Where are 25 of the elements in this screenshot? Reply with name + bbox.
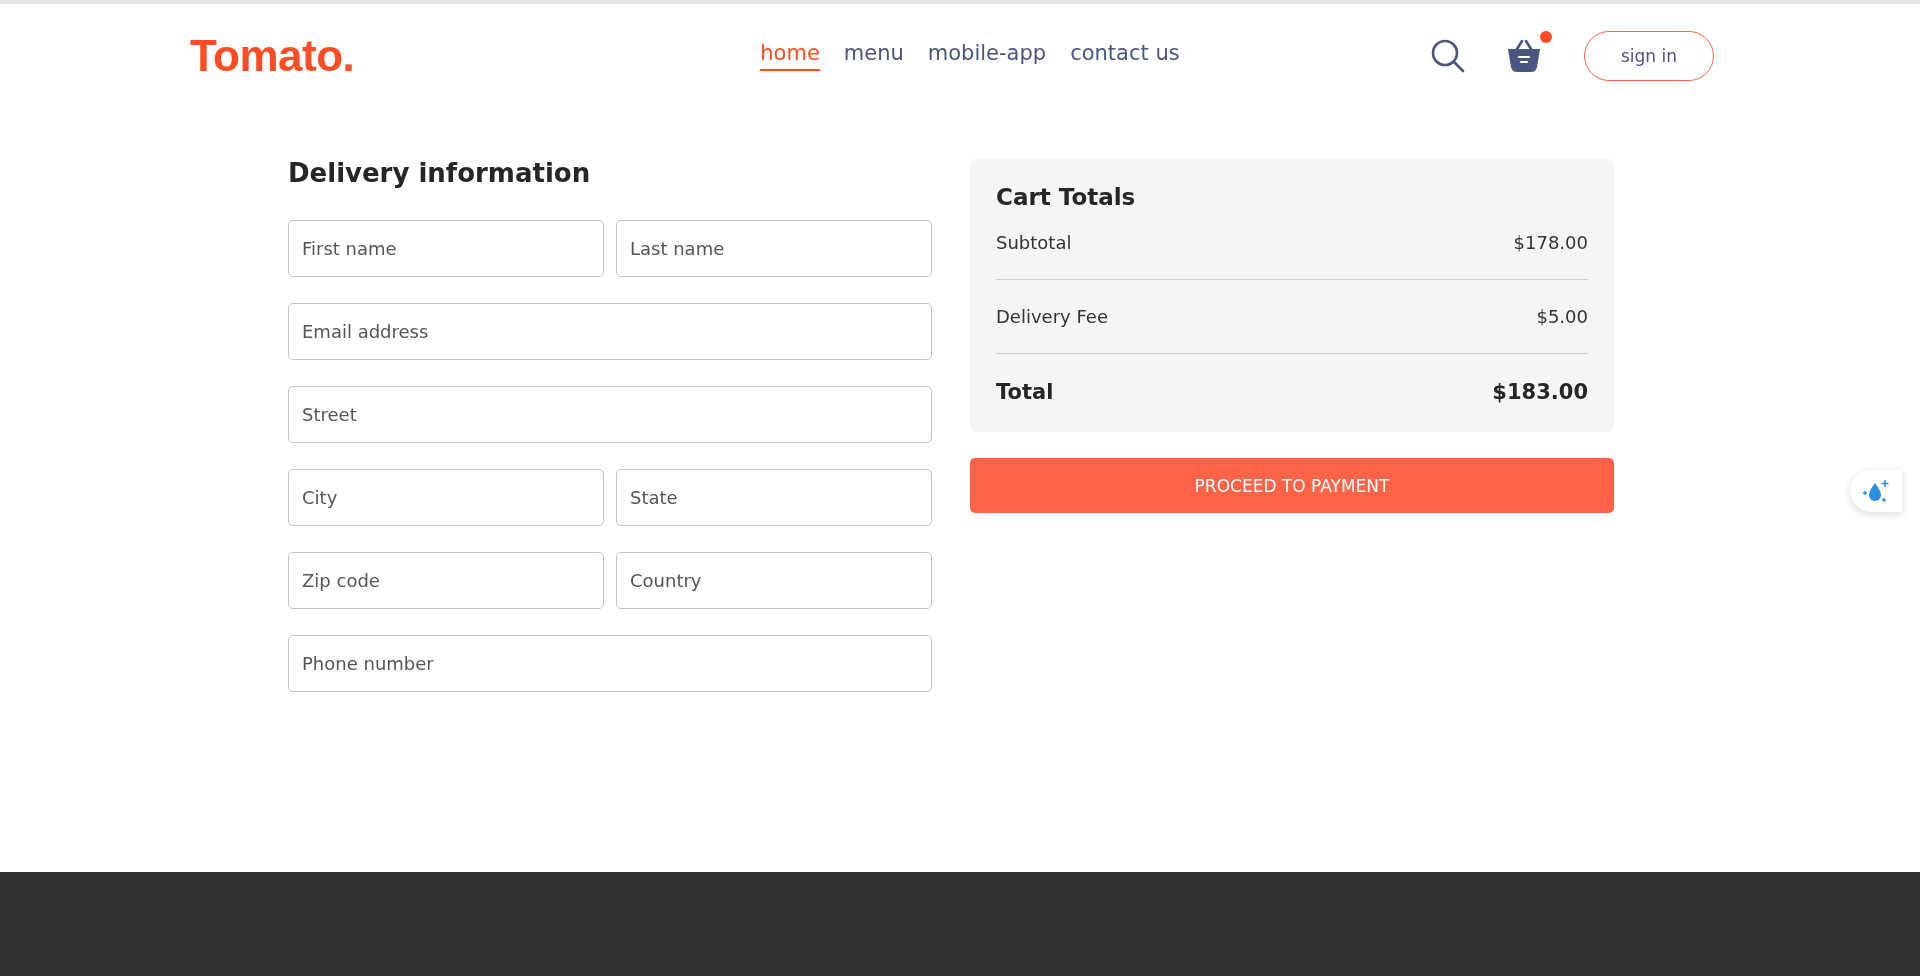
droplet-sparkle-icon — [1861, 478, 1891, 504]
total-label: Total — [996, 380, 1054, 404]
input-field[interactable]: State — [616, 469, 932, 526]
nav-link[interactable]: menu — [843, 41, 904, 71]
nav-link[interactable]: contact us — [1070, 41, 1180, 71]
total-label: Subtotal — [996, 232, 1072, 253]
input-field[interactable]: Zip code — [288, 552, 604, 609]
sign-in-button[interactable]: sign in — [1583, 31, 1714, 81]
search-icon[interactable] — [1429, 38, 1466, 74]
section-title: Delivery information — [288, 158, 592, 188]
floating-widget[interactable] — [1850, 470, 1902, 512]
panel-title: Cart Totals — [996, 184, 1137, 210]
input-field[interactable]: Country — [616, 552, 932, 609]
total-value: $183.00 — [1492, 380, 1588, 404]
input-field[interactable]: Phone number — [288, 635, 932, 692]
basket-icon[interactable] — [1505, 39, 1542, 73]
input-field[interactable]: First name — [288, 220, 604, 277]
input-field[interactable]: Email address — [288, 303, 932, 360]
nav-link[interactable]: mobile-app — [927, 41, 1047, 71]
input-field[interactable]: Street — [288, 386, 932, 443]
total-label: Delivery Fee — [996, 306, 1108, 327]
input-field[interactable]: Last name — [616, 220, 932, 277]
input-field[interactable]: City — [288, 469, 604, 526]
total-value: $178.00 — [1513, 232, 1588, 253]
total-value: $5.00 — [1536, 306, 1588, 327]
